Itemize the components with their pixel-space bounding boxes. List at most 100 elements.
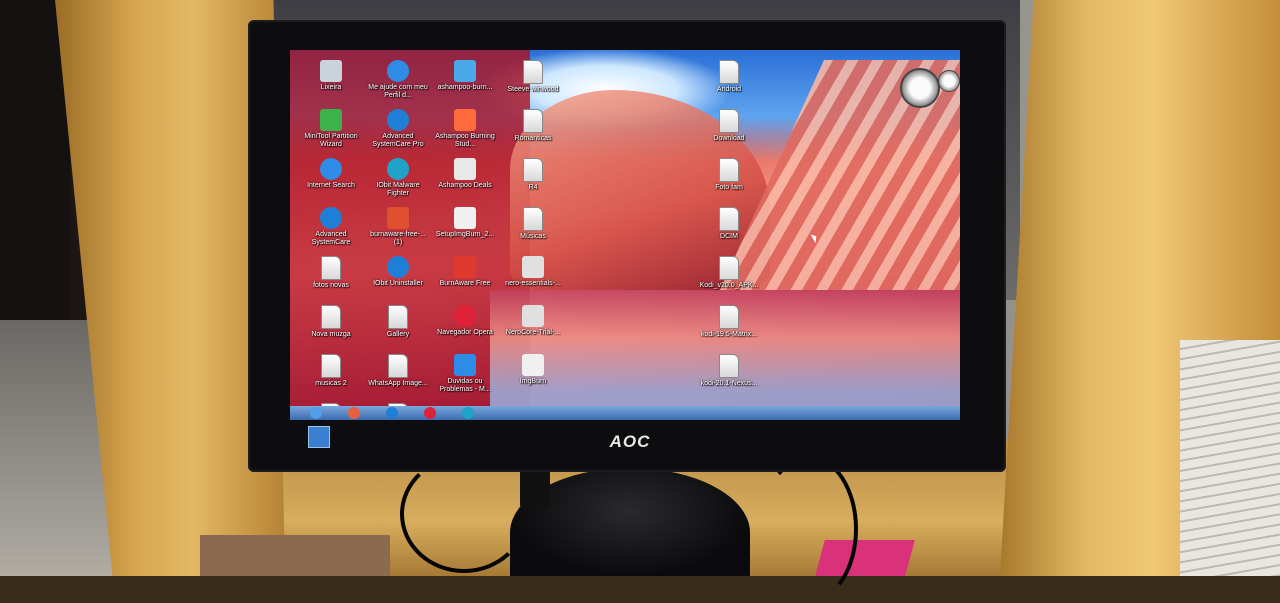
desktop-icon-label: IObit Malware Fighter — [376, 182, 420, 197]
iobit-uninstaller-icon — [387, 256, 409, 278]
desktop-icon-label: nero-essentials-... — [505, 280, 561, 287]
opera-icon — [454, 305, 476, 327]
folder-icon — [719, 158, 739, 182]
desktop-icon-label: burnaware-free-... (1) — [370, 231, 426, 246]
desktop-icon-label: musicas 2 — [315, 380, 347, 387]
desktop-icon-label: Músicas — [520, 233, 546, 240]
desktop-icon-label: ImgBurn — [519, 378, 547, 385]
desktop-icon[interactable]: kodi-20.1-Nexus... — [696, 354, 762, 388]
desktop-icon[interactable]: kodi-19.5-Matrix... — [696, 305, 762, 339]
opera-icon[interactable] — [424, 407, 436, 419]
desktop-icon[interactable]: R4 — [500, 158, 566, 192]
desktop-icon[interactable]: Me ajude com meu Perfil d... — [365, 60, 431, 100]
desktop-icon[interactable]: Romanticas — [500, 109, 566, 143]
desktop-icon-label: Nova muzga — [311, 331, 351, 338]
desktop-icon-label: Romanticas — [514, 135, 552, 142]
desktop-icon[interactable]: Ashampoo Deals — [432, 158, 498, 190]
desktop-icon-label: R4 — [528, 184, 538, 191]
desktop-icon-label: Steeve winwood — [507, 86, 559, 93]
desktop-icon[interactable]: ImgBurn — [500, 354, 566, 386]
desktop-icon-label: Internet Search — [307, 182, 355, 189]
desktop-icon[interactable]: Nova muzga — [298, 305, 364, 339]
advanced-systemcare-icon — [320, 207, 342, 229]
desktop-icon-label: Download — [713, 135, 745, 142]
desktop-icon[interactable]: Lixeira — [298, 60, 364, 92]
desktop-icon-label: Kodi_v20.0_APK... — [699, 282, 759, 289]
nero-installer-icon — [522, 256, 544, 278]
file-icon — [719, 305, 739, 329]
cardboard-box — [200, 535, 390, 576]
desktop-icon-label: NeroCore-Trial-... — [505, 329, 561, 336]
imgburn-icon — [454, 207, 476, 229]
desktop-icon-label: Gallery — [386, 331, 410, 338]
desktop-icon-label: IObit Uninstaller — [373, 280, 423, 287]
desktop-icon[interactable]: burnaware-free-... (1) — [365, 207, 431, 247]
desktop-icon[interactable]: Android — [696, 60, 762, 94]
desktop-icon[interactable]: MiniTool Partition Wizard — [298, 109, 364, 149]
imgburn-icon — [522, 354, 544, 376]
desktop-icon-label: ashampoo-burn... — [437, 84, 493, 91]
power-cable — [760, 455, 858, 603]
desktop-icon-label: Advanced SystemCare — [311, 231, 351, 246]
desktop-icon-label: Me ajude com meu Perfil d... — [368, 84, 428, 99]
desktop-icon[interactable]: IObit Uninstaller — [365, 256, 431, 288]
desktop-icon-label: Lixeira — [320, 84, 342, 91]
desktop-icon[interactable]: fotos novas — [298, 256, 364, 290]
desktop-icon[interactable]: BurnAware Free — [432, 256, 498, 288]
desktop-icon-label: Ashampoo Deals — [438, 182, 492, 189]
cpu-meter-gadget[interactable] — [900, 68, 960, 108]
folder-icon — [523, 109, 543, 133]
desktop-icon[interactable]: Kodi_v20.0_APK... — [696, 256, 762, 290]
desktop-icon[interactable]: SetupImgBurn_2... — [432, 207, 498, 239]
desktop-icon[interactable]: Foto fam — [696, 158, 762, 192]
burnaware-installer-icon — [387, 207, 409, 229]
desktop-icon[interactable]: Advanced SystemCare — [298, 207, 364, 247]
help-icon — [454, 354, 476, 376]
file-icon — [719, 256, 739, 280]
desktop-icon[interactable]: Internet Search — [298, 158, 364, 190]
desktop-icon[interactable]: Advanced SystemCare Pro — [365, 109, 431, 149]
folder-icon — [523, 60, 543, 84]
burnaware-icon — [454, 256, 476, 278]
desktop-icon[interactable]: IObit Malware Fighter — [365, 158, 431, 198]
window-icon[interactable] — [348, 407, 360, 419]
ashampoo-burning-icon — [454, 109, 476, 131]
monitor-neck — [520, 466, 550, 506]
desktop-icon[interactable]: ashampoo-burn... — [432, 60, 498, 92]
desktop-icon[interactable]: DCIM — [696, 207, 762, 241]
desktop-icon[interactable]: Ashampoo Burning Stud... — [432, 109, 498, 149]
folder-icon — [321, 256, 341, 280]
desktop-icon[interactable]: Músicas — [500, 207, 566, 241]
desktop-icon-label: BurnAware Free — [439, 280, 491, 287]
desktop-icon[interactable]: NeroCore-Trial-... — [500, 305, 566, 337]
taskbar — [290, 406, 960, 420]
iobit-icon[interactable] — [462, 407, 474, 419]
desktop-icon[interactable]: WhatsApp Image... — [365, 354, 431, 388]
folder-icon — [719, 207, 739, 231]
internet-explorer-icon — [320, 158, 342, 180]
memory-meter-icon — [938, 70, 960, 92]
desktop-icon[interactable]: nero-essentials-... — [500, 256, 566, 288]
desktop-icon[interactable]: Gallery — [365, 305, 431, 339]
folder-icon — [523, 207, 543, 231]
folder-icon — [719, 60, 739, 84]
start-orb-icon[interactable] — [310, 407, 322, 419]
desktop-icon[interactable]: Navegador Opera — [432, 305, 498, 337]
desktop-icon-label: Navegador Opera — [437, 329, 493, 336]
folder-icon — [388, 305, 408, 329]
desktop-screen: Lixeira Me ajude com meu Perfil d... asham… — [290, 50, 960, 420]
desktop-icon-label: Advanced SystemCare Pro — [372, 133, 424, 148]
desktop-icon-label: kodi-20.1-Nexus... — [700, 380, 758, 387]
advanced-systemcare-icon[interactable] — [386, 407, 398, 419]
desktop-icon[interactable]: musicas 2 — [298, 354, 364, 388]
desktop-icon-label: Android — [716, 86, 742, 93]
cpu-meter-icon — [900, 68, 940, 108]
advanced-systemcare-icon — [387, 109, 409, 131]
desktop-icon[interactable]: Download — [696, 109, 762, 143]
internet-explorer-icon — [387, 60, 409, 82]
minitool-icon — [320, 109, 342, 131]
desktop-icon-label: Duvidas ou Problemas - M... — [439, 378, 491, 393]
desktop-icon[interactable]: Steeve winwood — [500, 60, 566, 94]
desktop-icon[interactable]: Duvidas ou Problemas - M... — [432, 354, 498, 394]
papers-stack — [1180, 340, 1280, 576]
